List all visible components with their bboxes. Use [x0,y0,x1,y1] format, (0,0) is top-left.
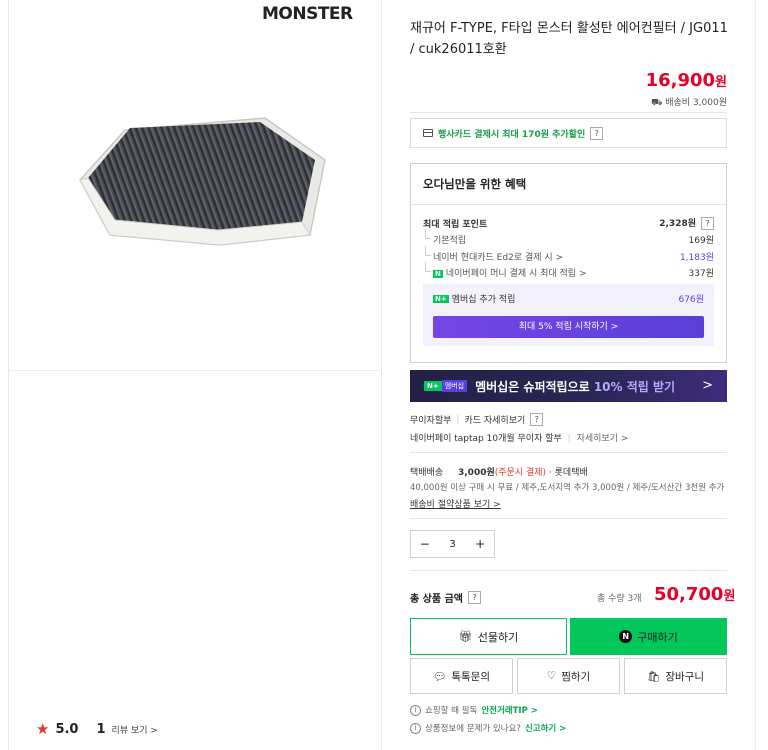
installment-row: 무이자할부 | 카드 자세히보기 ? [410,413,544,426]
taptap-row: 네이버페이 taptap 10개월 무이자 할부 | 자세히보기 > [410,434,629,444]
divider [755,0,756,750]
benefit-row-label[interactable]: 네이버 현대카드 Ed2로 결제 시 > [423,246,563,263]
card-promo-text: 행사카드 결제시 최대 170원 추가할인 [438,129,586,140]
installment-label: 무이자할부 [410,416,452,426]
shipping-fee: ⛟ 배송비 3,000원 [600,95,727,109]
npay-icon: N [433,270,443,278]
naver-pay-icon: N [619,630,633,643]
benefit-row-npay[interactable]: N 네이버페이 머니 결제 시 최대 적립 > 337원 [423,262,714,279]
chat-icon: 💬︎ [433,670,447,683]
divider [410,570,727,571]
total-price: 50,700원 [654,584,735,605]
gift-button-label: 선물하기 [477,630,519,644]
taptap-detail-link[interactable]: 자세히보기 > [577,434,629,444]
benefit-row-basic: 기본적립 169원 [423,229,714,246]
membership-icon: N+ [433,294,449,303]
quantity-minus-button[interactable]: − [411,537,439,551]
product-title: 재규어 F-TYPE, F타입 몬스터 활성탄 에어컨필터 / JG011 / … [410,21,728,57]
truck-icon: ⛟ [651,98,666,108]
brand-logo[interactable]: MONSTER [262,4,353,24]
buy-button-label: 구매하기 [637,630,678,644]
max-points-label: 최대 적립 포인트 [423,219,488,230]
safe-trade-note: i 쇼핑할 때 필독 안전거래TIP > [410,704,538,716]
help-icon[interactable]: ? [467,591,481,604]
heart-icon: ♡ [546,670,557,682]
rating-summary: ★ 5.0 1 리뷰 보기 > [36,720,158,738]
delivery-row: 택배배송 3,000원(주문시 결제) · 롯데택배 [410,465,588,478]
note-text: 쇼핑할 때 필독 [425,706,478,716]
benefit-row-value: 1,183원 [679,253,714,263]
max-points-value: 2,328원 [659,219,696,229]
wish-button-label: 찜하기 [561,670,591,683]
taptap-text: 네이버페이 taptap 10개월 무이자 할부 [410,434,562,444]
quantity-input[interactable]: 3 [439,539,467,550]
total-price-value: 50,700 [654,584,724,605]
quantity-plus-button[interactable]: + [466,537,494,551]
divider [8,370,380,371]
card-detail-link[interactable]: 카드 자세히보기 [464,413,525,426]
help-icon[interactable]: ? [701,217,714,230]
info-icon: i [410,704,421,716]
help-icon[interactable]: ? [530,413,544,426]
report-link[interactable]: 신고하기 > [525,722,566,734]
cart-icon: 🛍︎ [647,670,661,683]
delivery-condition: 40,000원 이상 구매 시 무료 / 제주,도서지역 추가 3,000원 /… [410,483,725,493]
shipping-saving-link[interactable]: 배송비 절약상품 보기 > [410,497,501,510]
membership-banner-text: 멤버십은 슈퍼적립으로 10% 적립 받기 [475,379,676,394]
safe-trade-link[interactable]: 안전거래TIP > [481,704,538,716]
card-icon [423,129,433,137]
buy-button[interactable]: N 구매하기 [570,618,727,655]
product-price: 16,900원 [600,70,727,91]
divider [410,452,727,453]
membership-value: 676원 [678,295,704,305]
max-points-row: 최대 적립 포인트 2,328원? [423,216,714,230]
product-image[interactable] [70,90,330,273]
review-link[interactable]: 리뷰 보기 > [112,723,158,736]
benefit-row-label: 기본적립 [423,229,466,246]
cart-button[interactable]: 🛍︎ 장바구니 [624,658,727,694]
total-label-row: 총 상품 금액 ? [410,590,481,605]
delivery-carrier: · 롯데택배 [548,468,588,478]
quantity-stepper: − 3 + [410,530,495,558]
shipping-fee-text: 배송비 3,000원 [665,98,727,108]
benefit-row-card[interactable]: 네이버 현대카드 Ed2로 결제 시 > 1,183원 [423,246,714,263]
benefit-box: 오다님만을 위한 혜택 최대 적립 포인트 2,328원? 기본적립 169원 … [410,163,727,363]
delivery-fee-note: (주문시 결제) [494,468,547,478]
membership-label: 멤버십 추가 적립 [451,295,516,305]
cabin-filter-image [79,117,326,246]
gift-icon: 🎁︎ [458,630,473,643]
total-count: 총 수량 3개 [597,594,642,604]
review-count: 1 [96,721,106,737]
price-unit: 원 [715,75,727,90]
rating-score: 5.0 [55,721,79,737]
benefit-row-value: 337원 [688,269,714,279]
report-note: i 상품정보에 문제가 있나요? 신고하기 > [410,722,566,734]
divider [410,112,727,113]
talk-button-label: 톡톡문의 [451,670,490,683]
total-label: 총 상품 금액 [410,594,463,605]
note-text: 상품정보에 문제가 있나요? [425,724,521,734]
total-price-unit: 원 [723,589,736,604]
membership-logo-icon: N+ 멤버십 [424,380,468,392]
price-value: 16,900 [645,70,716,91]
delivery-label: 택배배송 [410,468,444,478]
help-icon[interactable]: ? [590,126,604,140]
delivery-fee: 3,000원 [458,468,495,478]
divider [410,518,727,519]
benefit-row-value: 169원 [688,236,714,246]
chevron-right-icon: > [702,378,713,393]
star-icon: ★ [36,720,50,738]
membership-banner[interactable]: N+ 멤버십 멤버십은 슈퍼적립으로 10% 적립 받기 > [410,370,727,402]
cart-button-label: 장바구니 [665,670,704,683]
talk-inquiry-button[interactable]: 💬︎ 톡톡문의 [410,658,513,694]
info-icon: i [410,722,421,734]
divider [411,204,726,205]
benefit-heading: 오다님만을 위한 혜택 [423,177,527,191]
wish-button[interactable]: ♡ 찜하기 [517,658,620,694]
membership-start-button[interactable]: 최대 5% 적립 시작하기 > [433,316,704,338]
benefit-row-label[interactable]: 네이버페이 머니 결제 시 최대 적립 > [446,269,587,279]
gift-button[interactable]: 🎁︎ 선물하기 [410,618,567,655]
card-promo-banner[interactable]: 행사카드 결제시 최대 170원 추가할인 ? [410,118,727,148]
membership-box: N+ 멤버십 추가 적립 676원 최대 5% 적립 시작하기 > [423,284,714,346]
